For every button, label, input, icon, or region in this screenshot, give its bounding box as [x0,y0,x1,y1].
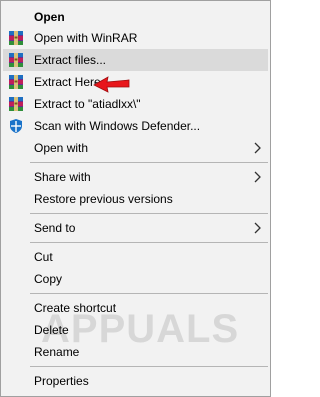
context-menu: Open Open with WinRAR Extract files... E… [0,0,271,397]
menu-separator [30,242,268,243]
menu-item-label: Open with [34,141,89,155]
chevron-right-icon [254,222,261,234]
menu-item-extract-to[interactable]: Extract to "atiadlxx\" [3,93,268,115]
menu-item-extract-here[interactable]: Extract Here [3,71,268,93]
chevron-right-icon [254,171,261,183]
menu-item-restore-previous-versions[interactable]: Restore previous versions [3,188,268,210]
menu-separator [30,366,268,367]
windows-defender-icon [10,119,22,133]
menu-item-label: Copy [34,272,63,286]
menu-item-label: Scan with Windows Defender... [34,119,201,133]
menu-item-label: Properties [34,374,89,388]
menu-item-open[interactable]: Open [3,6,268,28]
menu-item-share-with[interactable]: Share with [3,166,268,188]
menu-separator [30,162,268,163]
menu-item-cut[interactable]: Cut [3,246,268,268]
menu-item-label: Restore previous versions [34,192,173,206]
menu-item-label: Open with WinRAR [34,31,138,45]
chevron-right-icon [254,142,261,154]
winrar-icon [9,97,23,111]
menu-item-send-to[interactable]: Send to [3,217,268,239]
watermark-logo: APPUALS [41,307,240,351]
red-arrow-icon [93,76,130,93]
menu-separator [30,213,268,214]
menu-item-label: Open [34,10,65,24]
menu-item-open-with[interactable]: Open with [3,137,268,159]
menu-item-label: Extract Here [34,75,101,89]
menu-item-label: Cut [34,250,53,264]
menu-item-extract-files[interactable]: Extract files... [3,49,268,71]
winrar-icon [9,53,23,67]
menu-item-properties[interactable]: Properties [3,370,268,392]
menu-item-label: Share with [34,170,91,184]
menu-item-label: Extract to "atiadlxx\" [34,97,141,111]
menu-separator [30,293,268,294]
menu-item-label: Send to [34,221,76,235]
winrar-icon [9,75,23,89]
menu-item-label: Extract files... [34,53,107,67]
winrar-icon [9,31,23,45]
menu-item-scan-defender[interactable]: Scan with Windows Defender... [3,115,268,137]
menu-item-open-with-winrar[interactable]: Open with WinRAR [3,27,268,49]
menu-item-copy[interactable]: Copy [3,268,268,290]
